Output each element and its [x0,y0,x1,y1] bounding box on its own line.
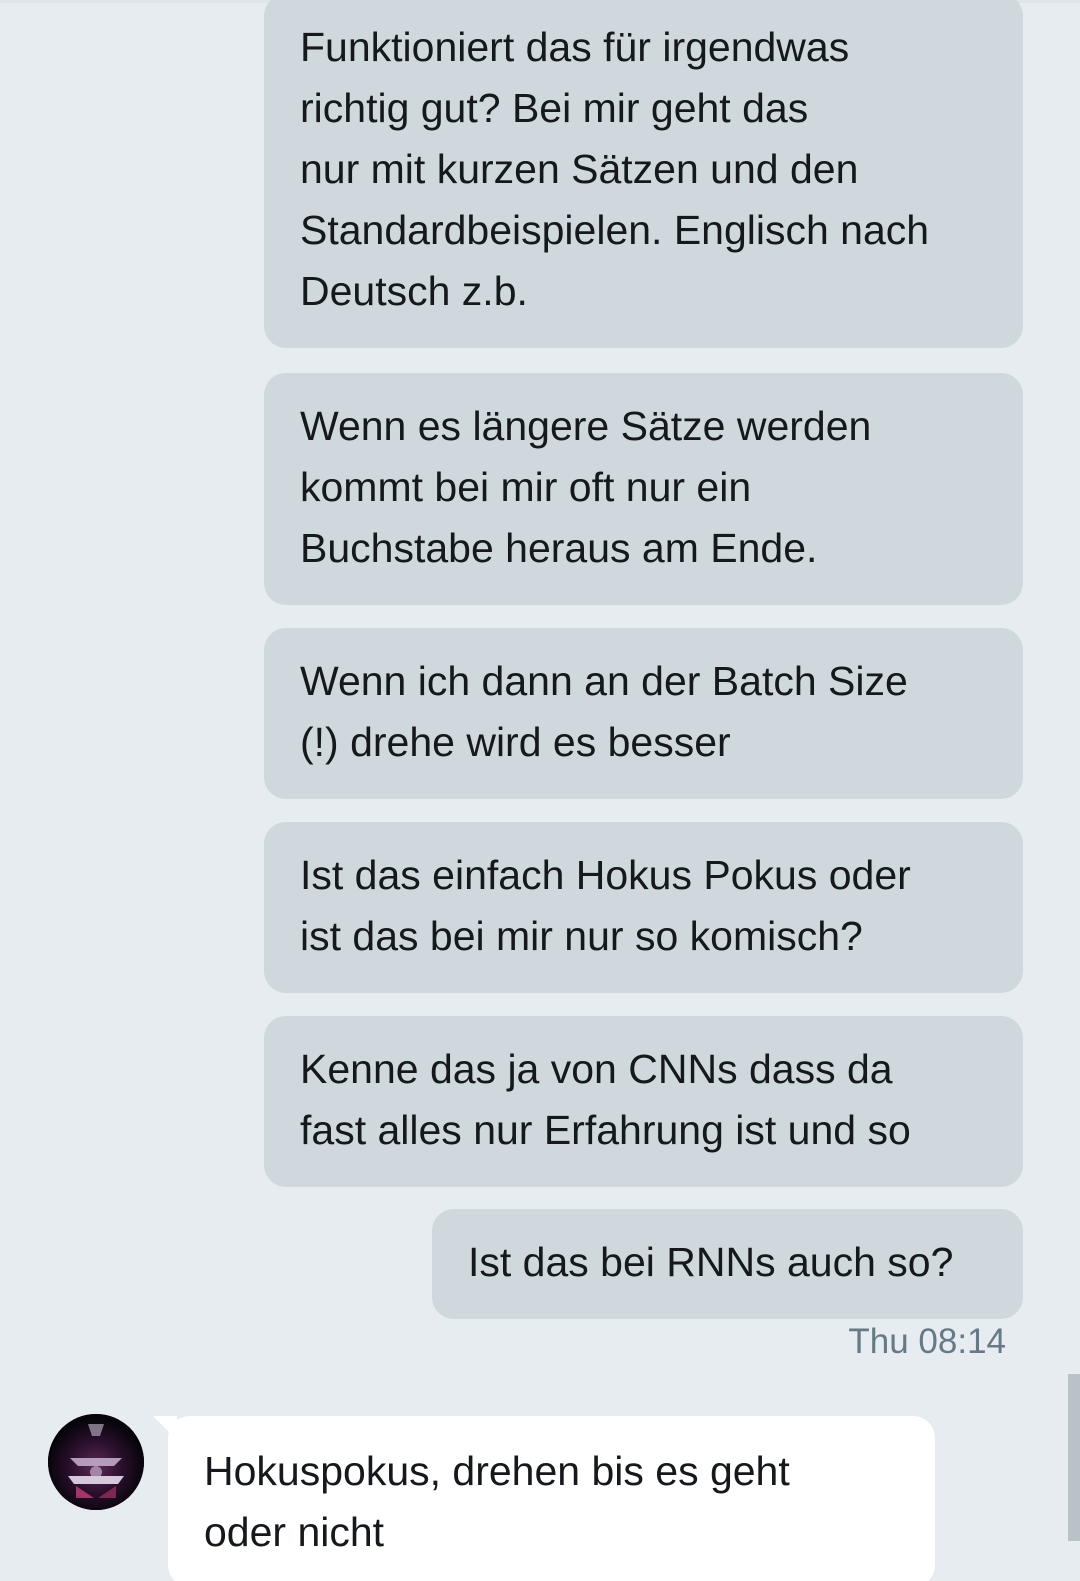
chat-screen: Funktioniert das für irgendwas richtig g… [0,0,1080,1581]
avatar-image [48,1414,144,1510]
user-avatar-icon[interactable] [48,1414,144,1510]
message-timestamp: Thu 08:14 [848,1322,1006,1361]
outgoing-message[interactable]: Wenn es längere Sätze werden kommt bei m… [264,373,1023,605]
outgoing-message[interactable]: Wenn ich dann an der Batch Size (!) dreh… [264,628,1023,799]
outgoing-message[interactable]: Ist das einfach Hokus Pokus oder ist das… [264,822,1023,993]
outgoing-message[interactable]: Funktioniert das für irgendwas richtig g… [264,0,1023,348]
incoming-message[interactable]: Hokuspokus, drehen bis es geht oder nich… [168,1416,935,1581]
scrollbar-thumb[interactable] [1068,1374,1080,1541]
outgoing-message[interactable]: Kenne das ja von CNNs dass da fast alles… [264,1016,1023,1187]
outgoing-message[interactable]: Ist das bei RNNs auch so? [432,1209,1023,1319]
